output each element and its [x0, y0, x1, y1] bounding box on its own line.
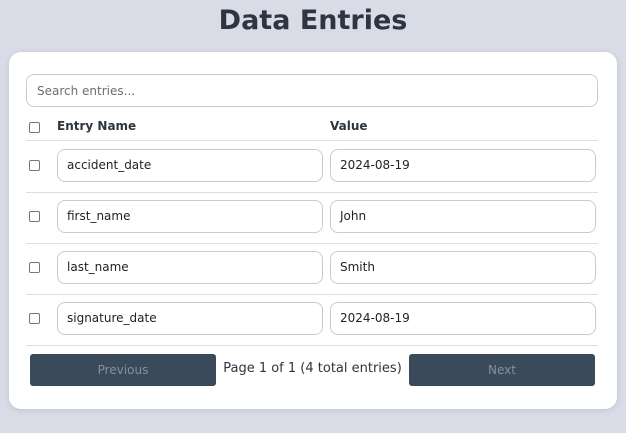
- page-info: Page 1 of 1 (4 total entries): [223, 361, 402, 376]
- entry-name-field[interactable]: last_name: [57, 251, 323, 284]
- entry-name-field[interactable]: accident_date: [57, 149, 323, 182]
- table-row: last_name Smith: [26, 243, 598, 295]
- table-row: first_name John: [26, 192, 598, 244]
- row-checkbox[interactable]: [29, 313, 40, 324]
- entry-value-field[interactable]: 2024-08-19: [330, 302, 596, 335]
- entry-value-field[interactable]: Smith: [330, 251, 596, 284]
- search-input[interactable]: [26, 74, 598, 107]
- table-row: signature_date 2024-08-19: [26, 294, 598, 346]
- previous-button[interactable]: Previous: [30, 354, 216, 386]
- entry-name-field[interactable]: signature_date: [57, 302, 323, 335]
- table-header: Entry Name Value: [26, 114, 598, 141]
- row-checkbox[interactable]: [29, 160, 40, 171]
- table-row: accident_date 2024-08-19: [26, 141, 598, 193]
- entries-card: Entry Name Value accident_date 2024-08-1…: [9, 52, 617, 409]
- entry-name-field[interactable]: first_name: [57, 200, 323, 233]
- column-header-entry-name: Entry Name: [57, 119, 137, 133]
- next-button[interactable]: Next: [409, 354, 595, 386]
- pagination: Previous Page 1 of 1 (4 total entries) N…: [26, 354, 598, 386]
- column-header-value: Value: [330, 119, 368, 133]
- entry-value-field[interactable]: John: [330, 200, 596, 233]
- select-all-checkbox[interactable]: [29, 122, 40, 133]
- row-checkbox[interactable]: [29, 262, 40, 273]
- entry-value-field[interactable]: 2024-08-19: [330, 149, 596, 182]
- row-checkbox[interactable]: [29, 211, 40, 222]
- page-title: Data Entries: [218, 5, 408, 36]
